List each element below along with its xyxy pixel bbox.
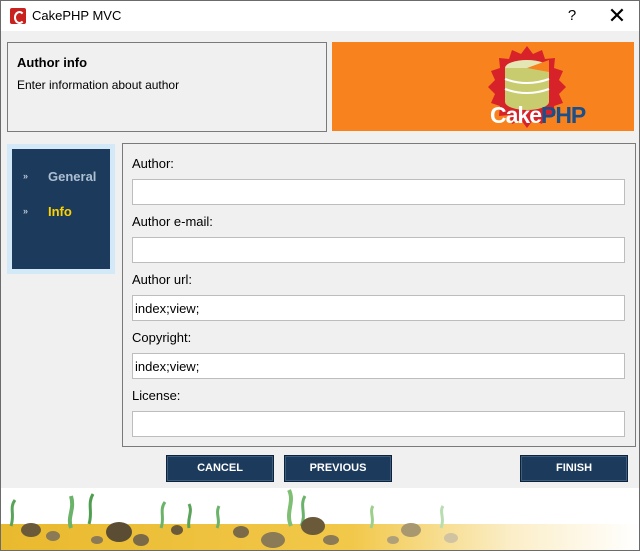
cancel-button[interactable]: CANCEL (166, 455, 274, 482)
wizard-header: Author info Enter information about auth… (7, 42, 327, 132)
nav-item-label: General (48, 169, 97, 184)
double-chevron-right-icon: » (23, 171, 29, 181)
copyright-input[interactable] (132, 353, 625, 379)
license-input[interactable] (132, 411, 625, 437)
copyright-label: Copyright: (132, 330, 192, 345)
author-input[interactable] (132, 179, 625, 205)
nav-item-info[interactable]: » Info (12, 204, 110, 224)
wizard-window: CakePHP MVC ? ✕ Author info Enter inform… (0, 0, 640, 551)
seabed-decoration-image (1, 489, 639, 550)
window-title: CakePHP MVC (32, 8, 122, 23)
author-url-label: Author url: (132, 272, 192, 287)
previous-button[interactable]: PREVIOUS (284, 455, 392, 482)
author-form: Author: Author e-mail: Author url: Copyr… (122, 143, 636, 447)
nav-item-general[interactable]: » General (12, 169, 110, 189)
wizard-nav: » General » Info (7, 144, 115, 274)
cakephp-logo-text: CakePHP (490, 102, 586, 128)
author-email-input[interactable] (132, 237, 625, 263)
page-title: Author info (17, 55, 88, 70)
author-url-input[interactable] (132, 295, 625, 321)
wizard-nav-list: » General » Info (12, 149, 110, 269)
author-email-label: Author e-mail: (132, 214, 213, 229)
page-subtitle: Enter information about author (17, 78, 180, 92)
author-label: Author: (132, 156, 174, 171)
help-button[interactable]: ? (557, 4, 587, 28)
title-bar: CakePHP MVC ? ✕ (1, 1, 639, 31)
license-label: License: (132, 388, 181, 403)
footer-decoration (1, 488, 639, 550)
nav-item-label: Info (48, 204, 72, 219)
cakephp-app-icon (10, 8, 26, 24)
double-chevron-right-icon: » (23, 206, 29, 216)
cakephp-logo-banner: CakePHP (332, 42, 634, 131)
finish-button[interactable]: FINISH (520, 455, 628, 482)
close-button[interactable]: ✕ (597, 4, 637, 28)
